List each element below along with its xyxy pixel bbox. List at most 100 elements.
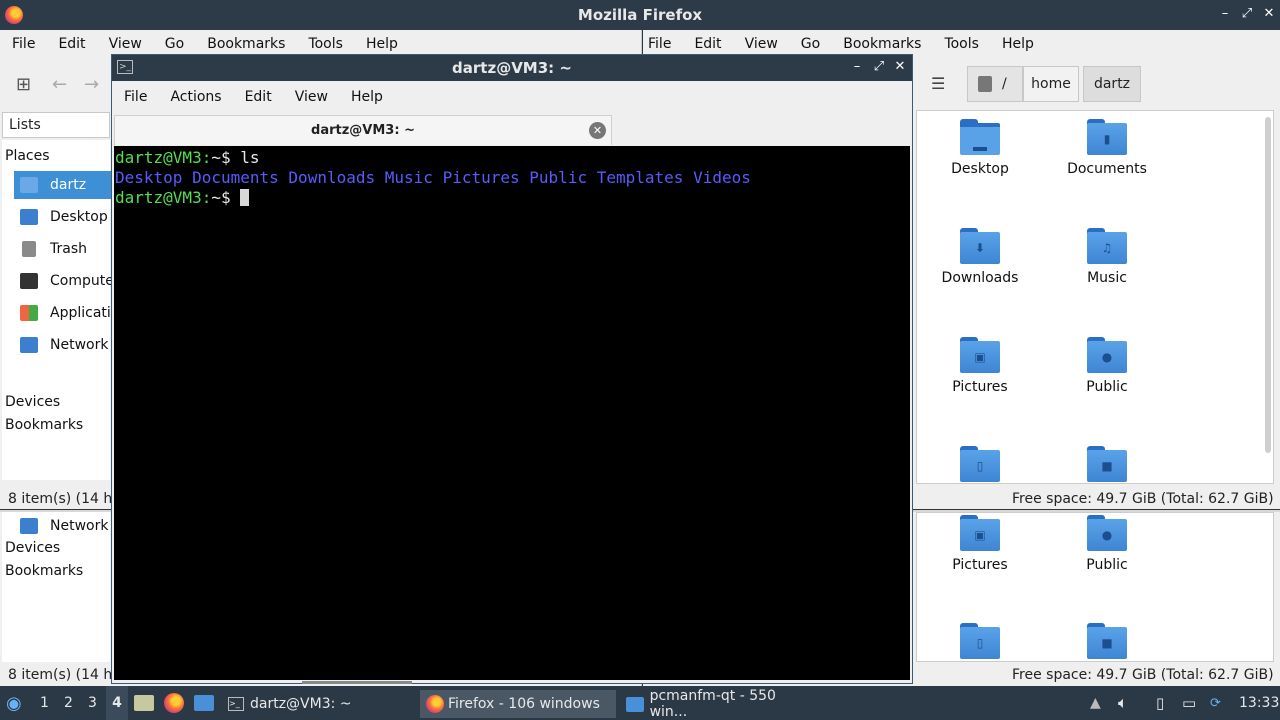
menu-edit[interactable]: Edit xyxy=(46,36,96,52)
workspace-3[interactable]: 3 xyxy=(88,686,97,720)
path-home-button[interactable]: home xyxy=(1023,66,1079,102)
templates-folder-icon: ▯ xyxy=(960,446,1000,482)
menu-file[interactable]: File xyxy=(643,36,682,52)
places-panel: Places dartz Desktop Trash Compute Appli… xyxy=(2,140,124,480)
lower-place-item-network[interactable]: Network xyxy=(14,512,124,540)
file-manager-launcher-icon[interactable] xyxy=(194,686,214,720)
terminal-titlebar[interactable]: >_ dartz@VM3: ~ – ⤢ ✕ xyxy=(112,55,912,81)
file-view-top: Desktop ▮ Documents ⬇ Downloads ♫ Music … xyxy=(916,110,1274,484)
forward-arrow-icon[interactable]: → xyxy=(84,74,99,95)
back-arrow-icon[interactable]: ← xyxy=(52,74,67,95)
lower-devices-heading[interactable]: Devices xyxy=(5,540,60,556)
volume-icon[interactable]: 🔈︎ xyxy=(1118,686,1128,720)
file-item-downloads[interactable]: ⬇ Downloads xyxy=(920,228,1040,286)
place-item-trash[interactable]: Trash xyxy=(14,235,124,263)
place-item-network[interactable]: Network xyxy=(14,331,124,359)
file-item-desktop[interactable]: Desktop xyxy=(920,119,1040,177)
network-icon xyxy=(20,518,38,534)
public-folder-icon: ● xyxy=(1087,337,1127,373)
firefox-launcher-icon[interactable] xyxy=(164,686,184,720)
desktop-icon xyxy=(20,209,38,225)
workspace-4-active[interactable]: 4 xyxy=(106,686,128,720)
file-item-music[interactable]: ♫ Music xyxy=(1047,228,1167,286)
bookmarks-heading[interactable]: Bookmarks xyxy=(5,417,83,433)
start-menu-icon[interactable]: ◉ xyxy=(6,686,22,720)
side-pane-mode-select[interactable]: Lists xyxy=(2,112,110,138)
scrollbar[interactable] xyxy=(1265,117,1271,453)
menu-tools[interactable]: Tools xyxy=(932,36,990,52)
music-folder-icon: ♫ xyxy=(1087,228,1127,264)
menu-file[interactable]: File xyxy=(112,89,158,105)
path-dartz-button[interactable]: dartz xyxy=(1083,66,1141,102)
file-item-public[interactable]: ● Public xyxy=(1047,337,1167,395)
workspace-1[interactable]: 1 xyxy=(40,686,49,720)
new-tab-icon[interactable]: ⊞ xyxy=(16,74,31,95)
computer-icon xyxy=(20,273,38,289)
menu-edit[interactable]: Edit xyxy=(233,89,283,105)
menu-bookmarks[interactable]: Bookmarks xyxy=(831,36,932,52)
maximize-icon[interactable]: ⤢ xyxy=(1240,6,1254,22)
clock[interactable]: 13:33 xyxy=(1239,686,1279,720)
terminal-screen[interactable]: dartz@VM3:~$ ls Desktop Documents Downlo… xyxy=(114,146,910,680)
menu-help[interactable]: Help xyxy=(354,36,409,52)
dir-entry: Videos xyxy=(693,168,751,187)
minimize-icon[interactable]: – xyxy=(850,59,864,75)
file-item-templates[interactable]: ▯ xyxy=(920,446,1040,482)
task-firefox[interactable]: Firefox - 106 windows xyxy=(420,690,616,718)
menu-view[interactable]: View xyxy=(97,36,153,52)
close-icon[interactable]: ✕ xyxy=(1262,6,1276,22)
path-root-button[interactable]: / xyxy=(967,66,1023,102)
menu-bookmarks[interactable]: Bookmarks xyxy=(195,36,296,52)
lower-places-panel: Network Devices Bookmarks xyxy=(2,512,110,662)
lower-bookmarks-heading[interactable]: Bookmarks xyxy=(5,563,83,579)
close-tab-icon[interactable]: ✕ xyxy=(589,122,606,139)
menu-view[interactable]: View xyxy=(733,36,789,52)
public-folder-icon: ● xyxy=(1087,515,1127,551)
prompt-user: dartz@VM3: xyxy=(115,188,212,207)
tray-up-icon[interactable]: ▲ xyxy=(1090,686,1101,720)
place-item-desktop[interactable]: Desktop xyxy=(14,203,124,231)
display-icon[interactable]: ▭ xyxy=(1182,686,1196,720)
devices-heading[interactable]: Devices xyxy=(5,394,60,410)
home-folder-icon xyxy=(20,177,38,193)
file-item-videos[interactable]: ■ xyxy=(1047,623,1167,659)
menu-tools[interactable]: Tools xyxy=(296,36,354,52)
terminal-scroll-indicator[interactable] xyxy=(302,681,412,684)
list-view-icon[interactable]: ☰ xyxy=(931,74,945,93)
menu-help[interactable]: Help xyxy=(990,36,1045,52)
clipboard-icon[interactable]: ▯ xyxy=(1156,686,1164,720)
file-item-public[interactable]: ● Public xyxy=(1047,515,1167,573)
menu-file[interactable]: File xyxy=(0,36,46,52)
dir-entry: Public xyxy=(529,168,588,187)
menu-help[interactable]: Help xyxy=(339,89,394,105)
prompt-user: dartz@VM3: xyxy=(115,148,212,167)
place-item-dartz[interactable]: dartz xyxy=(14,171,124,199)
file-item-videos[interactable]: ■ xyxy=(1047,446,1167,482)
task-terminal[interactable]: >_ dartz@VM3: ~ xyxy=(222,690,418,718)
file-item-documents[interactable]: ▮ Documents xyxy=(1047,119,1167,177)
show-desktop-icon[interactable] xyxy=(134,686,154,720)
maximize-icon[interactable]: ⤢ xyxy=(872,59,886,75)
terminal-line-3: dartz@VM3:~$ xyxy=(115,188,910,208)
prompt-suffix: ~$ xyxy=(211,148,231,167)
applications-icon xyxy=(20,305,38,321)
task-pcmanfm[interactable]: pcmanfm-qt - 550 win... xyxy=(620,688,820,720)
terminal-line-1: dartz@VM3:~$ ls xyxy=(115,148,910,168)
file-item-pictures[interactable]: ▣ Pictures xyxy=(920,515,1040,573)
menu-edit[interactable]: Edit xyxy=(682,36,732,52)
file-item-pictures[interactable]: ▣ Pictures xyxy=(920,337,1040,395)
dir-entry: Music xyxy=(384,168,433,187)
place-item-computer[interactable]: Compute xyxy=(14,267,124,295)
terminal-tab-label: dartz@VM3: ~ xyxy=(311,123,415,138)
update-icon[interactable]: ⟳ xyxy=(1210,686,1221,720)
workspace-2[interactable]: 2 xyxy=(64,686,73,720)
place-item-applications[interactable]: Applicatio xyxy=(14,299,124,327)
terminal-tab[interactable]: dartz@VM3: ~ ✕ xyxy=(114,115,612,145)
menu-actions[interactable]: Actions xyxy=(158,89,232,105)
menu-view[interactable]: View xyxy=(283,89,339,105)
menu-go[interactable]: Go xyxy=(789,36,831,52)
close-icon[interactable]: ✕ xyxy=(893,59,907,75)
file-item-templates[interactable]: ▯ xyxy=(920,623,1040,659)
minimize-icon[interactable]: – xyxy=(1218,6,1232,22)
menu-go[interactable]: Go xyxy=(153,36,195,52)
